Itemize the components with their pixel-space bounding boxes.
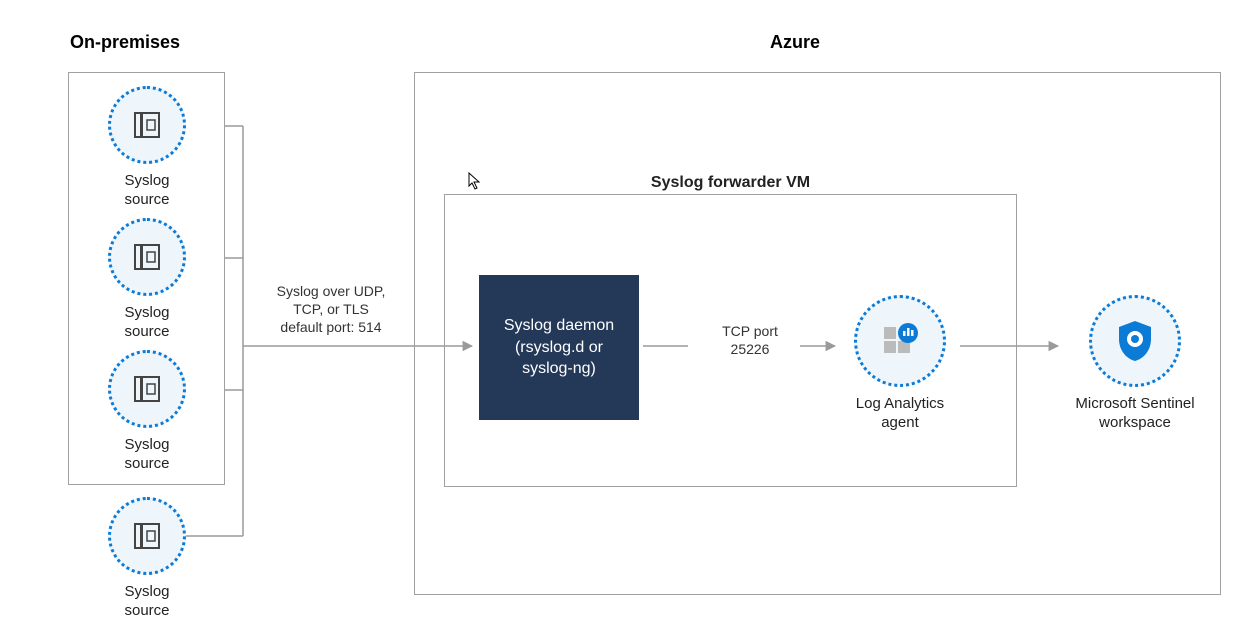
sentinel-workspace: Microsoft Sentinel workspace <box>1065 295 1205 433</box>
azure-title: Azure <box>770 32 820 53</box>
syslog-source-4: Syslog source <box>107 497 187 621</box>
syslog-source-2: Syslog source <box>107 218 187 342</box>
sentinel-icon <box>1089 295 1181 387</box>
server-icon <box>108 497 186 575</box>
log-analytics-agent-label: Log Analytics agent <box>840 395 960 433</box>
syslog-daemon-label: Syslog daemon (rsyslog.d or syslog-ng) <box>504 315 614 380</box>
server-icon <box>108 350 186 428</box>
log-analytics-icon <box>854 295 946 387</box>
cursor-icon <box>468 172 482 195</box>
syslog-source-label: Syslog source <box>107 583 187 621</box>
syslog-source-3: Syslog source <box>107 350 187 474</box>
syslog-source-1: Syslog source <box>107 86 187 210</box>
daemon-to-agent-label: TCP port25226 <box>700 322 800 358</box>
sentinel-workspace-label: Microsoft Sentinel workspace <box>1065 395 1205 433</box>
log-analytics-agent: Log Analytics agent <box>840 295 960 433</box>
syslog-daemon-box: Syslog daemon (rsyslog.d or syslog-ng) <box>479 275 639 420</box>
server-icon <box>108 86 186 164</box>
syslog-source-label: Syslog source <box>107 304 187 342</box>
onprem-title: On-premises <box>70 32 180 53</box>
syslog-source-label: Syslog source <box>107 436 187 474</box>
forwarder-vm-title: Syslog forwarder VM <box>444 173 1017 193</box>
server-icon <box>108 218 186 296</box>
onprem-to-azure-label: Syslog over UDP,TCP, or TLSdefault port:… <box>256 282 406 337</box>
syslog-source-label: Syslog source <box>107 172 187 210</box>
